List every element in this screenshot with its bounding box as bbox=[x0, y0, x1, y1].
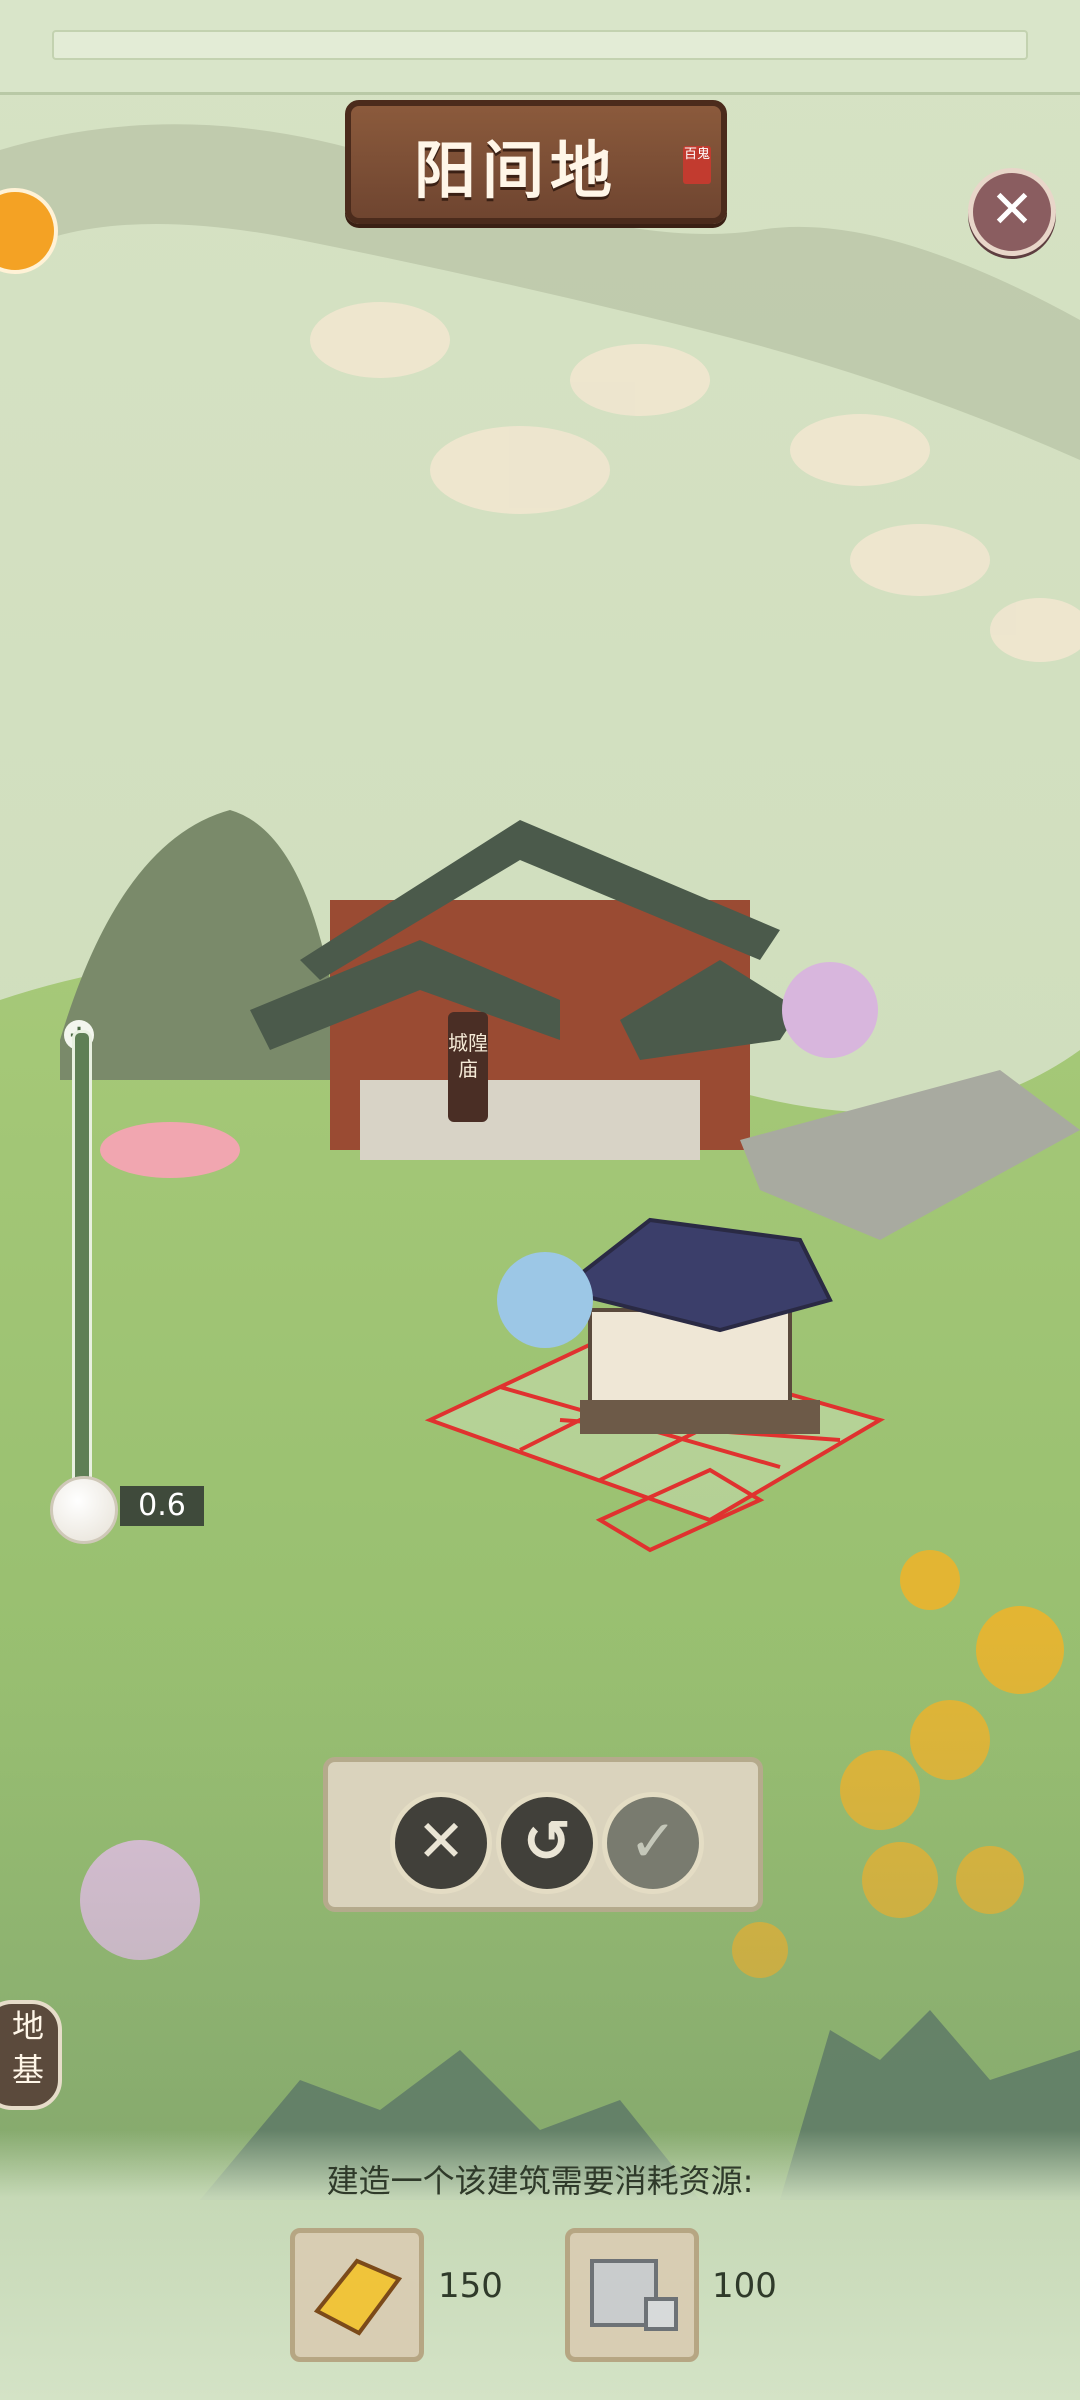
rotate-building-button[interactable]: ↺ bbox=[496, 1792, 598, 1894]
check-icon: ✓ bbox=[628, 1807, 678, 1875]
close-icon: ✕ bbox=[990, 180, 1034, 240]
paper-talisman-icon bbox=[313, 2258, 403, 2336]
stone-block-icon bbox=[590, 2259, 678, 2331]
cancel-build-button[interactable]: ✕ bbox=[390, 1792, 492, 1894]
zoom-value: 0.6 bbox=[120, 1486, 204, 1526]
confirm-build-button[interactable]: ✓ bbox=[602, 1792, 704, 1894]
resource-count-stone: 100 bbox=[712, 2266, 777, 2306]
resource-count-talisman: 150 bbox=[438, 2266, 503, 2306]
zoom-slider[interactable] bbox=[72, 1030, 92, 1526]
flower-bed bbox=[100, 1122, 240, 1178]
game-map[interactable] bbox=[0, 0, 1080, 2400]
resource-slot-talisman[interactable] bbox=[290, 2228, 424, 2362]
resource-slot-stone[interactable] bbox=[565, 2228, 699, 2362]
zoom-slider-handle[interactable] bbox=[50, 1476, 118, 1544]
top-banner bbox=[0, 0, 1080, 95]
title-plaque: 阳间地 百鬼 bbox=[345, 100, 727, 224]
title-seal: 百鬼 bbox=[683, 146, 711, 184]
page-title: 阳间地 bbox=[413, 134, 618, 207]
building-label[interactable]: 城隍庙 bbox=[448, 1012, 488, 1122]
cancel-icon: ✕ bbox=[416, 1807, 466, 1875]
game-scene[interactable] bbox=[0, 0, 1080, 2400]
close-button[interactable]: ✕ bbox=[968, 168, 1056, 256]
build-control-panel: ✕ ↺ ✓ bbox=[323, 1757, 763, 1912]
rotate-icon: ↺ bbox=[522, 1807, 572, 1875]
foundation-tab[interactable]: 地基 bbox=[0, 2000, 62, 2110]
resource-caption: 建造一个该建筑需要消耗资源: bbox=[326, 2162, 754, 2200]
